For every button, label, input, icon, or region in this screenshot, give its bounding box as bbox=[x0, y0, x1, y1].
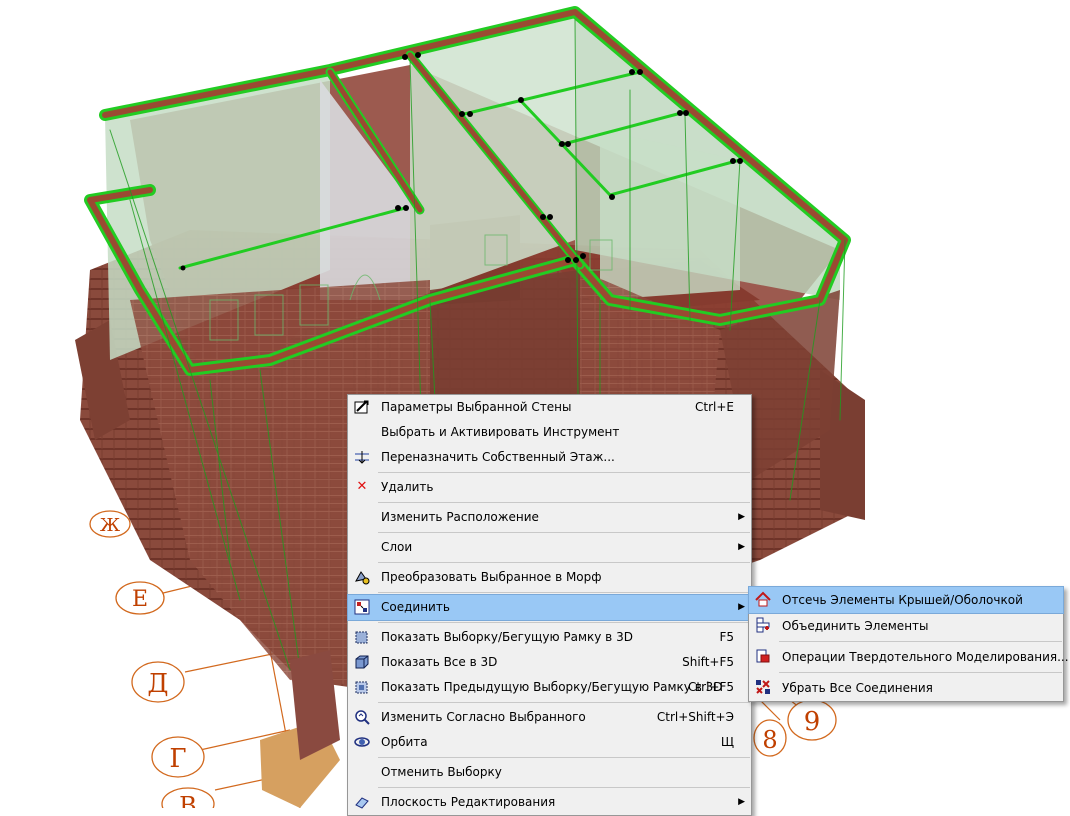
menu-item-connect[interactable]: Соединить ▶ bbox=[347, 594, 752, 621]
remove-connections-icon bbox=[755, 679, 771, 695]
menu-separator bbox=[378, 592, 750, 593]
menu-item-label: Преобразовать Выбранное в Морф bbox=[381, 570, 602, 584]
connect-submenu: Отсечь Элементы Крышей/Оболочкой Объедин… bbox=[748, 586, 1069, 702]
menu-item-label: Отменить Выборку bbox=[381, 765, 502, 779]
menu-separator bbox=[378, 472, 750, 473]
menu-item-shortcut: Ctrl+E bbox=[695, 400, 734, 414]
menu-item-layers[interactable]: Слои ▶ bbox=[348, 535, 751, 560]
menu-item-label: Плоскость Редактирования bbox=[381, 795, 556, 809]
menu-item-show-previous-3d[interactable]: Показать Предыдущую Выборку/Бегущую Рамк… bbox=[348, 675, 751, 700]
menu-item-delete[interactable]: ✕ Удалить bbox=[348, 475, 751, 500]
grid-label-Ж: Ж bbox=[100, 515, 121, 536]
menu-separator bbox=[378, 787, 750, 788]
delete-icon: ✕ bbox=[356, 479, 368, 494]
menu-item-shortcut: Щ bbox=[720, 735, 734, 749]
grid-label-В: В bbox=[179, 792, 197, 808]
menu-item-shortcut: Shift+F5 bbox=[682, 655, 734, 669]
menu-separator bbox=[378, 502, 750, 503]
submenu-item-solid-operations[interactable]: Операции Твердотельного Моделирования... bbox=[749, 644, 1069, 670]
show-all-3d-icon bbox=[354, 654, 370, 670]
menu-separator bbox=[378, 532, 750, 533]
menu-separator bbox=[378, 757, 750, 758]
submenu-item-label: Отсечь Элементы Крышей/Оболочкой bbox=[782, 593, 1023, 607]
submenu-arrow-icon: ▶ bbox=[738, 602, 745, 612]
menu-separator bbox=[779, 672, 1062, 673]
menu-item-convert-to-morph[interactable]: Преобразовать Выбранное в Морф bbox=[348, 565, 751, 590]
grid-label-Г: Г bbox=[169, 744, 186, 774]
submenu-item-merge-elements[interactable]: Объединить Элементы bbox=[749, 613, 1063, 639]
menu-item-reassign-story[interactable]: Переназначить Собственный Этаж... bbox=[348, 445, 751, 470]
submenu-arrow-icon: ▶ bbox=[738, 542, 745, 552]
grid-label-8: 8 bbox=[762, 726, 777, 754]
menu-item-modify-by-selection[interactable]: Изменить Согласно Выбранного Ctrl+Shift+… bbox=[348, 705, 751, 730]
menu-item-label: Слои bbox=[381, 540, 413, 554]
show-previous-3d-icon bbox=[354, 679, 370, 695]
submenu-item-trim-to-roof[interactable]: Отсечь Элементы Крышей/Оболочкой bbox=[748, 586, 1064, 614]
context-menu: Параметры Выбранной Стены Ctrl+E Выбрать… bbox=[347, 394, 752, 816]
menu-item-select-activate-tool[interactable]: Выбрать и Активировать Инструмент bbox=[348, 420, 751, 445]
menu-separator bbox=[779, 641, 1062, 642]
wall-settings-icon bbox=[354, 399, 370, 415]
modify-icon bbox=[354, 709, 370, 725]
menu-item-show-selection-3d[interactable]: Показать Выборку/Бегущую Рамку в 3D F5 bbox=[348, 625, 751, 650]
menu-item-deselect[interactable]: Отменить Выборку bbox=[348, 760, 751, 785]
submenu-item-label: Объединить Элементы bbox=[782, 619, 929, 633]
morph-icon bbox=[354, 569, 370, 585]
menu-item-label: Показать Предыдущую Выборку/Бегущую Рамк… bbox=[381, 680, 723, 694]
merge-elements-icon bbox=[755, 617, 771, 633]
menu-item-show-all-3d[interactable]: Показать Все в 3D Shift+F5 bbox=[348, 650, 751, 675]
menu-item-label: Изменить Расположение bbox=[381, 510, 539, 524]
menu-item-change-position[interactable]: Изменить Расположение ▶ bbox=[348, 505, 751, 530]
foundation-blocks bbox=[260, 650, 340, 808]
menu-item-label: Параметры Выбранной Стены bbox=[381, 400, 572, 414]
submenu-arrow-icon: ▶ bbox=[738, 512, 745, 522]
submenu-item-label: Операции Твердотельного Моделирования... bbox=[782, 650, 1069, 664]
grid-label-Е: Е bbox=[132, 587, 148, 612]
menu-item-label: Удалить bbox=[381, 480, 434, 494]
show-selection-3d-icon bbox=[354, 629, 370, 645]
menu-item-wall-settings[interactable]: Параметры Выбранной Стены Ctrl+E bbox=[348, 395, 751, 420]
menu-item-label: Переназначить Собственный Этаж... bbox=[381, 450, 615, 464]
submenu-item-label: Убрать Все Соединения bbox=[782, 681, 933, 695]
menu-item-editing-plane[interactable]: Плоскость Редактирования ▶ bbox=[348, 790, 751, 815]
grid-label-Д: Д bbox=[147, 669, 168, 699]
menu-separator bbox=[378, 622, 750, 623]
submenu-item-remove-connections[interactable]: Убрать Все Соединения bbox=[749, 675, 1063, 701]
menu-item-label: Показать Все в 3D bbox=[381, 655, 498, 669]
solid-operations-icon bbox=[755, 648, 771, 664]
menu-item-shortcut: F5 bbox=[719, 630, 734, 644]
menu-item-shortcut: Ctrl+Shift+Э bbox=[656, 710, 734, 724]
trim-to-roof-icon bbox=[755, 591, 771, 607]
menu-item-shortcut: Ctrl+F5 bbox=[688, 680, 734, 694]
submenu-arrow-icon: ▶ bbox=[738, 797, 745, 807]
orbit-icon bbox=[354, 734, 370, 750]
menu-item-orbit[interactable]: Орбита Щ bbox=[348, 730, 751, 755]
connect-icon bbox=[354, 599, 370, 615]
story-icon bbox=[354, 449, 370, 465]
menu-item-label: Выбрать и Активировать Инструмент bbox=[381, 425, 620, 439]
menu-separator bbox=[378, 562, 750, 563]
menu-item-label: Показать Выборку/Бегущую Рамку в 3D bbox=[381, 630, 633, 644]
menu-item-label: Соединить bbox=[381, 600, 450, 614]
menu-separator bbox=[378, 702, 750, 703]
menu-item-label: Орбита bbox=[381, 735, 428, 749]
menu-item-label: Изменить Согласно Выбранного bbox=[381, 710, 586, 724]
grid-label-9: 9 bbox=[804, 707, 821, 737]
